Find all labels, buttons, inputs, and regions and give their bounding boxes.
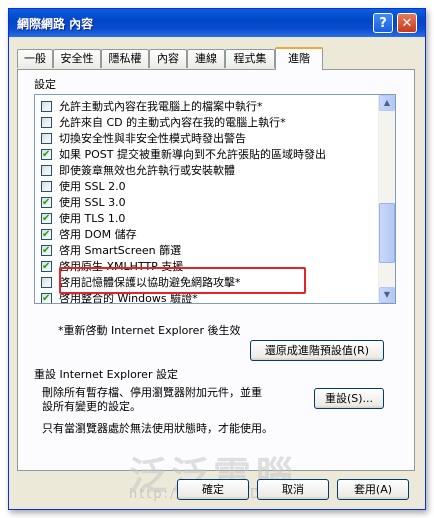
setting-label: 啓用 SmartScreen 篩選 bbox=[59, 244, 182, 257]
setting-row[interactable]: 即使簽章無效也允許執行或安裝軟體 bbox=[35, 163, 375, 179]
setting-row[interactable]: 如果 POST 提交被重新導向到不允許張貼的區域時發出 bbox=[35, 147, 375, 163]
setting-label: 允許主動式內容在我電腦上的檔案中執行* bbox=[59, 100, 263, 113]
checkbox-unchecked[interactable] bbox=[41, 181, 52, 192]
scroll-up-icon[interactable]: ▲ bbox=[379, 95, 395, 111]
checkbox-unchecked[interactable] bbox=[41, 165, 52, 176]
checkbox-unchecked[interactable] bbox=[41, 101, 52, 112]
setting-row[interactable]: 允許主動式內容在我電腦上的檔案中執行* bbox=[35, 99, 375, 115]
setting-label: 切換安全性與非安全性模式時發出警告 bbox=[59, 132, 246, 145]
setting-label: 即使簽章無效也允許執行或安裝軟體 bbox=[59, 164, 235, 177]
checkbox-checked[interactable] bbox=[41, 243, 52, 259]
checkbox-unchecked[interactable] bbox=[41, 277, 52, 288]
scroll-down-icon[interactable]: ▼ bbox=[379, 287, 395, 303]
tab-general[interactable]: 一般 bbox=[17, 49, 53, 68]
tab-privacy[interactable]: 隱私權 bbox=[101, 49, 149, 68]
reset-description-2: 設所有變更的設定。 bbox=[42, 400, 141, 413]
setting-row[interactable]: 啓用 SmartScreen 篩選 bbox=[35, 243, 375, 259]
restore-defaults-button[interactable]: 還原成進階預設值(R) bbox=[250, 340, 384, 361]
setting-label: 啓用 DOM 儲存 bbox=[59, 228, 137, 241]
setting-row[interactable]: 切換安全性與非安全性模式時發出警告 bbox=[35, 131, 375, 147]
checkbox-checked[interactable] bbox=[41, 227, 52, 243]
internet-options-dialog: 網際網路 內容 ? ✕ 一般 安全性 隱私權 內容 連線 程式集 進階 設定 允… bbox=[8, 8, 426, 510]
ok-button[interactable]: 確定 bbox=[177, 479, 249, 500]
setting-row[interactable]: 啓用 DOM 儲存 bbox=[35, 227, 375, 243]
highlight-box bbox=[59, 267, 306, 294]
setting-row[interactable]: 允許來自 CD 的主動式內容在我的電腦上執行* bbox=[35, 115, 375, 131]
setting-row[interactable]: 使用 TLS 1.0 bbox=[35, 211, 375, 227]
setting-label: 使用 SSL 2.0 bbox=[59, 180, 126, 193]
tab-connections[interactable]: 連線 bbox=[187, 49, 225, 68]
scroll-thumb[interactable] bbox=[379, 203, 395, 263]
checkbox-unchecked[interactable] bbox=[41, 117, 52, 128]
setting-row[interactable]: 使用 SSL 3.0 bbox=[35, 195, 375, 211]
setting-label: 使用 SSL 3.0 bbox=[59, 196, 126, 209]
checkbox-checked[interactable] bbox=[41, 259, 52, 275]
settings-scrollbar[interactable]: ▲ ▼ bbox=[378, 95, 395, 303]
checkbox-checked[interactable] bbox=[41, 147, 52, 163]
checkbox-checked[interactable] bbox=[41, 195, 52, 211]
setting-label: 使用 TLS 1.0 bbox=[59, 212, 126, 225]
setting-label: 允許來自 CD 的主動式內容在我的電腦上執行* bbox=[59, 116, 286, 129]
window-title: 網際網路 內容 bbox=[17, 17, 94, 31]
reset-button[interactable]: 重設(S)... bbox=[314, 388, 384, 409]
settings-label: 設定 bbox=[34, 78, 56, 91]
reset-note: 只有當瀏覽器處於無法使用狀態時，才能使用。 bbox=[42, 422, 273, 435]
reset-group-title: 重設 Internet Explorer 設定 bbox=[34, 368, 178, 381]
setting-row[interactable]: 使用 SSL 2.0 bbox=[35, 179, 375, 195]
close-icon[interactable]: ✕ bbox=[397, 13, 417, 33]
apply-button[interactable]: 套用(A) bbox=[337, 479, 409, 500]
tab-programs[interactable]: 程式集 bbox=[225, 49, 275, 68]
tab-security[interactable]: 安全性 bbox=[53, 49, 101, 68]
tab-advanced[interactable]: 進階 bbox=[275, 47, 323, 70]
title-bar[interactable]: 網際網路 內容 ? ✕ bbox=[9, 9, 425, 37]
checkbox-checked[interactable] bbox=[41, 211, 52, 227]
cancel-button[interactable]: 取消 bbox=[257, 479, 329, 500]
help-icon[interactable]: ? bbox=[373, 13, 393, 33]
setting-label: 如果 POST 提交被重新導向到不允許張貼的區域時發出 bbox=[59, 148, 326, 161]
checkbox-checked[interactable] bbox=[41, 291, 52, 303]
restart-note: *重新啓動 Internet Explorer 後生效 bbox=[58, 324, 241, 337]
tab-content[interactable]: 內容 bbox=[149, 49, 187, 68]
checkbox-unchecked[interactable] bbox=[41, 133, 52, 144]
